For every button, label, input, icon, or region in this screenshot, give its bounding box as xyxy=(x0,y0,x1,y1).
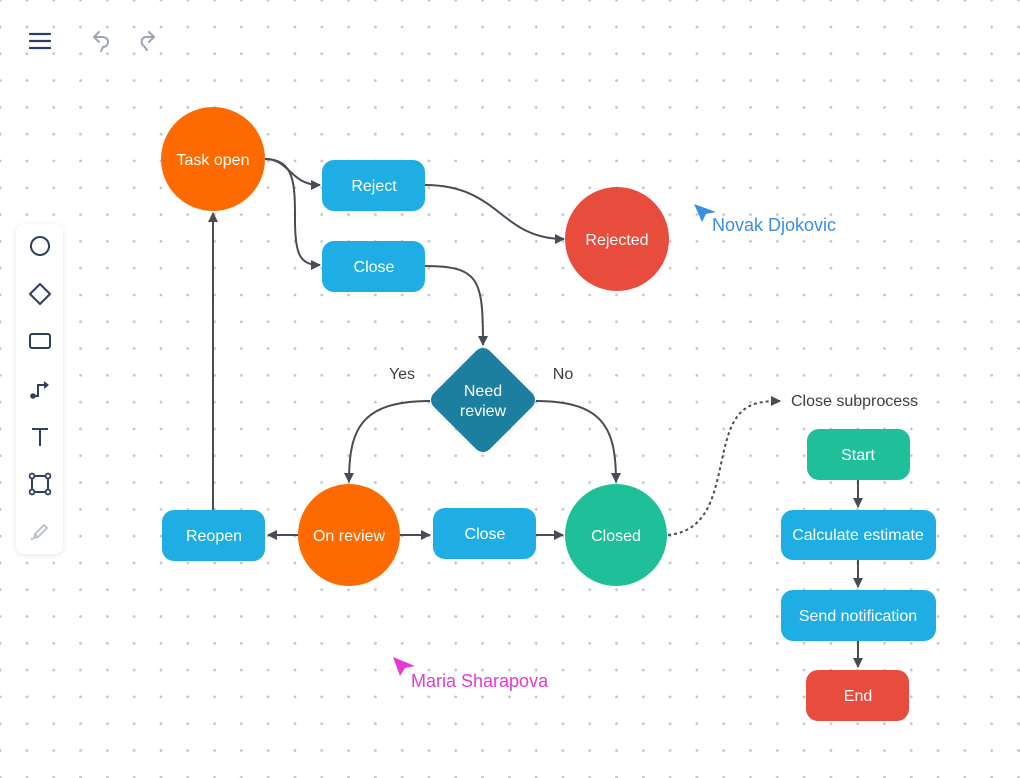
node-rejected-label: Rejected xyxy=(585,232,648,249)
node-calculate-estimate-label: Calculate estimate xyxy=(792,527,924,544)
diagram-canvas: Task open Reject Close Rejected Need rev… xyxy=(161,107,936,721)
node-close-bottom[interactable]: Close xyxy=(433,508,536,559)
connector-needreview-onreview[interactable] xyxy=(344,400,431,483)
node-start[interactable]: Start xyxy=(807,429,910,480)
node-send-notification[interactable]: Send notification xyxy=(781,590,936,641)
node-closed-label: Closed xyxy=(591,528,641,545)
connector-reject-rejected[interactable] xyxy=(424,184,565,244)
node-on-review[interactable]: On review xyxy=(298,484,400,586)
collaborator-name-maria: Maria Sharapova xyxy=(411,671,549,691)
node-reopen-label: Reopen xyxy=(186,528,242,545)
node-end[interactable]: End xyxy=(806,670,909,721)
node-send-notification-label: Send notification xyxy=(799,608,917,625)
node-close-top-label: Close xyxy=(354,259,395,276)
connector-closed-subprocess[interactable] xyxy=(667,396,781,536)
close-subprocess-label: Close subprocess xyxy=(791,393,918,410)
node-reject[interactable]: Reject xyxy=(322,160,425,211)
node-rejected[interactable]: Rejected xyxy=(565,187,669,291)
node-close-top[interactable]: Close xyxy=(322,241,425,292)
node-closed[interactable]: Closed xyxy=(565,484,667,586)
connector-needreview-closed[interactable] xyxy=(535,400,621,483)
node-task-open-label: Task open xyxy=(177,152,250,169)
node-task-open[interactable]: Task open xyxy=(161,107,265,211)
collaborator-name-novak: Novak Djokovic xyxy=(712,215,837,235)
node-reopen[interactable]: Reopen xyxy=(162,510,265,561)
node-start-label: Start xyxy=(841,447,875,464)
node-need-review[interactable]: Need review xyxy=(431,348,535,452)
connector-close-needreview[interactable] xyxy=(424,265,488,346)
node-need-review-label-line1: Need xyxy=(464,383,502,400)
node-calculate-estimate[interactable]: Calculate estimate xyxy=(781,510,936,560)
node-on-review-label: On review xyxy=(313,528,385,545)
yes-label: Yes xyxy=(389,366,415,383)
no-label: No xyxy=(553,366,574,383)
node-end-label: End xyxy=(844,688,872,705)
node-reject-label: Reject xyxy=(351,178,397,195)
node-close-bottom-label: Close xyxy=(465,526,506,543)
node-need-review-label-line2: review xyxy=(460,403,507,420)
